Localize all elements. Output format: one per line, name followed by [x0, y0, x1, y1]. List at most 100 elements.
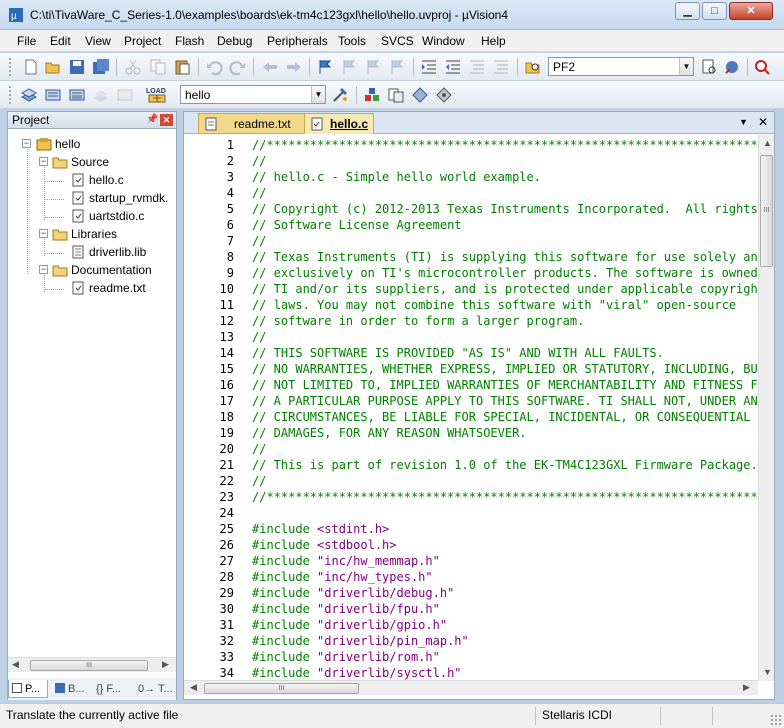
- cut-icon[interactable]: [124, 58, 142, 76]
- menu-svcs[interactable]: SVCS: [381, 34, 414, 48]
- close-panel-button[interactable]: ✕: [160, 114, 173, 126]
- target-select-value: hello: [185, 88, 211, 102]
- tree-root-project[interactable]: hello: [36, 135, 80, 153]
- menu-window[interactable]: Window: [422, 34, 465, 48]
- redo-icon[interactable]: [229, 58, 247, 76]
- translate-icon[interactable]: [20, 86, 38, 104]
- scroll-right-icon[interactable]: ▶: [743, 682, 750, 693]
- bookmark-icon[interactable]: [316, 58, 334, 76]
- scroll-right-icon[interactable]: ▶: [162, 659, 169, 670]
- scroll-left-icon[interactable]: ◀: [12, 659, 19, 670]
- manage-components-icon[interactable]: [363, 86, 381, 104]
- code-line: //: [252, 234, 267, 248]
- clear-bookmarks-icon[interactable]: [388, 58, 406, 76]
- menu-project[interactable]: Project: [124, 34, 161, 48]
- menu-file[interactable]: File: [17, 34, 36, 48]
- scroll-up-icon[interactable]: ▲: [763, 138, 772, 148]
- indent-icon[interactable]: [420, 58, 438, 76]
- code-area[interactable]: 1 2 3 4 5 6 7 8 9 10 11 12 13 14 15 16 17 18 19 20 21 22 23 24 2…: [184, 136, 758, 680]
- tab-functions[interactable]: {} F...: [96, 680, 136, 698]
- project-horizontal-scrollbar[interactable]: ◀ III ▶: [8, 657, 176, 672]
- expand-toggle[interactable]: −: [39, 265, 48, 274]
- prev-bookmark-icon[interactable]: [340, 58, 358, 76]
- target-select[interactable]: hello ▼: [180, 85, 326, 104]
- pin-icon[interactable]: 📌: [146, 114, 158, 125]
- expand-toggle[interactable]: −: [39, 229, 48, 238]
- scrollbar-thumb[interactable]: III: [204, 683, 359, 694]
- line-number: 2: [226, 154, 234, 168]
- tree-file-driverlib[interactable]: driverlib.lib: [70, 243, 146, 261]
- minimize-button[interactable]: ▁: [675, 2, 700, 20]
- expand-toggle[interactable]: −: [39, 157, 48, 166]
- chevron-down-icon[interactable]: ▼: [679, 58, 693, 75]
- navigate-forward-icon[interactable]: [285, 58, 303, 76]
- tab-books[interactable]: B...: [52, 680, 92, 698]
- tab-templates[interactable]: 0→ T...: [138, 680, 176, 698]
- target-options-icon[interactable]: [331, 86, 349, 104]
- debug-session-icon[interactable]: [723, 58, 741, 76]
- stop-build-icon[interactable]: [116, 86, 134, 104]
- next-bookmark-icon[interactable]: [364, 58, 382, 76]
- uncomment-selection-icon[interactable]: [492, 58, 510, 76]
- resize-grip[interactable]: [770, 714, 782, 726]
- tab-list-dropdown-icon[interactable]: ▼: [739, 117, 748, 127]
- paste-icon[interactable]: [173, 58, 191, 76]
- tab-project[interactable]: P...: [8, 680, 48, 698]
- unindent-icon[interactable]: [444, 58, 462, 76]
- incremental-find-icon[interactable]: [700, 58, 718, 76]
- copy-icon[interactable]: [149, 58, 167, 76]
- scroll-down-icon[interactable]: ▼: [763, 667, 772, 677]
- menu-view[interactable]: View: [85, 34, 111, 48]
- editor-horizontal-scrollbar[interactable]: ◀ III ▶: [184, 680, 758, 695]
- tree-group-source[interactable]: Source: [52, 153, 109, 171]
- scrollbar-thumb[interactable]: III: [30, 660, 148, 671]
- menu-flash[interactable]: Flash: [175, 34, 204, 48]
- menu-tools[interactable]: Tools: [338, 34, 366, 48]
- close-tab-icon[interactable]: ✕: [758, 115, 768, 129]
- editor-vertical-scrollbar[interactable]: ▲ III ▼: [758, 135, 774, 681]
- pack-installer-icon[interactable]: [435, 86, 453, 104]
- line-number: 34: [219, 666, 234, 680]
- build-icon[interactable]: [44, 86, 62, 104]
- line-number: 18: [219, 410, 234, 424]
- toolbar-grip[interactable]: [8, 85, 12, 105]
- scroll-left-icon[interactable]: ◀: [190, 682, 197, 693]
- tree-file-readme[interactable]: readme.txt: [70, 279, 146, 297]
- navigate-back-icon[interactable]: [261, 58, 279, 76]
- batch-build-icon[interactable]: [92, 86, 110, 104]
- file-extensions-icon[interactable]: [387, 86, 405, 104]
- maximize-button[interactable]: □: [702, 2, 727, 20]
- find-combo[interactable]: PF2 ▼: [548, 57, 694, 76]
- close-window-button[interactable]: ✕: [729, 2, 773, 20]
- tab-hello-c[interactable]: hello.c: [304, 113, 374, 134]
- chevron-down-icon[interactable]: ▼: [311, 86, 325, 103]
- zoom-icon[interactable]: [753, 58, 771, 76]
- tree-file-uartstdio[interactable]: uartstdio.c: [70, 207, 144, 225]
- save-all-icon[interactable]: [92, 58, 110, 76]
- menu-peripherals[interactable]: Peripherals: [267, 34, 328, 48]
- open-folder-icon[interactable]: [44, 58, 62, 76]
- scrollbar-thumb[interactable]: III: [760, 155, 773, 267]
- tree-group-documentation[interactable]: Documentation: [52, 261, 152, 279]
- comment-selection-icon[interactable]: [468, 58, 486, 76]
- download-load-icon[interactable]: LOAD: [145, 86, 169, 104]
- expand-toggle[interactable]: −: [22, 139, 31, 148]
- toolbar-grip[interactable]: [8, 57, 12, 77]
- new-file-icon[interactable]: [22, 58, 40, 76]
- rebuild-icon[interactable]: [68, 86, 86, 104]
- select-packs-icon[interactable]: [411, 86, 429, 104]
- menu-edit[interactable]: Edit: [50, 34, 71, 48]
- menu-help[interactable]: Help: [481, 34, 506, 48]
- tree-file-label: driverlib.lib: [89, 245, 147, 259]
- tree-file-startup[interactable]: startup_rvmdk.: [70, 189, 168, 207]
- tree-file-hello-c[interactable]: hello.c: [70, 171, 124, 189]
- tab-readme-txt[interactable]: readme.txt: [198, 113, 314, 134]
- save-icon[interactable]: [68, 58, 86, 76]
- uvision-app-icon: µ: [9, 8, 23, 22]
- undo-icon[interactable]: [205, 58, 223, 76]
- folder-open-icon: [52, 265, 68, 277]
- tree-group-libraries[interactable]: Libraries: [52, 225, 117, 243]
- menu-debug[interactable]: Debug: [217, 34, 252, 48]
- code-line: #include "inc/hw_types.h": [252, 570, 433, 584]
- find-in-files-icon[interactable]: [524, 58, 542, 76]
